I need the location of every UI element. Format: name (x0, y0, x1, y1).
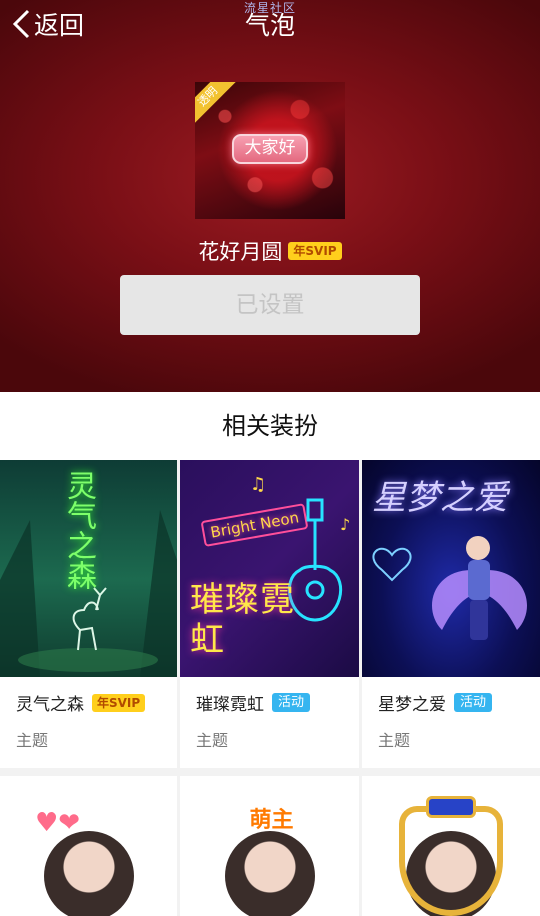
related-card-xingmeng[interactable]: 星梦之爱 星梦之爱 活动 主题 (362, 460, 540, 768)
item-name: 花好月圆 (198, 240, 283, 264)
theme-thumbnail: 星梦之爱 (362, 460, 540, 677)
theme-art-text: 灵气之森 (61, 470, 96, 590)
related-card-neon[interactable]: Bright Neon ♫ ♪ 璀璨霓虹 璀璨霓虹 活动 主题 (180, 460, 359, 768)
theme-thumbnail: 灵气之森 (0, 460, 177, 677)
activity-badge: 活动 (272, 693, 311, 712)
related-grid: 灵气之森 灵气之森 年SVIP 主题 Bright Neon ♫ ♪ 璀璨霓虹 … (0, 460, 540, 768)
top-bar: 返回 流星社区 气泡 (0, 0, 540, 50)
card-category: 主题 (378, 731, 411, 750)
theme-thumbnail: Bright Neon ♫ ♪ 璀璨霓虹 (180, 460, 359, 677)
card-category: 主题 (16, 731, 49, 750)
transparent-ribbon: 透明 (195, 82, 240, 129)
hero-section: 返回 流星社区 气泡 透明 大家好 花好月圆 年SVIP 已设置 (0, 0, 540, 392)
svip-badge: 年SVIP (288, 242, 342, 260)
crown-frame-icon (399, 806, 503, 916)
svg-text:♫: ♫ (250, 474, 266, 495)
section-title: 相关装扮 (0, 392, 540, 460)
already-set-button[interactable]: 已设置 (120, 275, 420, 335)
card-title-row: 灵气之森 年SVIP (16, 690, 146, 715)
card-title-row: 星梦之爱 活动 (378, 690, 493, 715)
angel-art (372, 536, 527, 640)
card-title-row: 璀璨霓虹 活动 (196, 690, 311, 715)
card-title: 星梦之爱 (378, 695, 446, 715)
related-section: 相关装扮 灵气之森 灵气之森 年SVIP 主题 Bright Neon ♫ ♪ … (0, 392, 540, 916)
svip-badge: 年SVIP (92, 693, 146, 712)
card-title: 璀璨霓虹 (196, 695, 264, 715)
bubble-preview-image: 透明 大家好 (195, 82, 345, 219)
item-name-row: 花好月圆 年SVIP (0, 236, 540, 266)
preview-bubble: 大家好 (232, 134, 308, 164)
related-grid-row2: ♥❤ 萌主 (0, 776, 540, 916)
crown-icon (426, 796, 476, 818)
related-card-lingqi[interactable]: 灵气之森 灵气之森 年SVIP 主题 (0, 460, 177, 768)
activity-badge: 活动 (454, 693, 493, 712)
mengzhu-badge-text: 萌主 (249, 808, 294, 833)
page-title: 气泡 (244, 11, 295, 40)
card-category: 主题 (196, 731, 229, 750)
theme-art-text: 璀璨霓虹 (190, 580, 295, 660)
card-title: 灵气之森 (16, 695, 84, 715)
avatar-frame-card[interactable] (362, 776, 540, 916)
hearts-icon: ♥❤ (35, 808, 81, 838)
svg-text:♪: ♪ (340, 515, 350, 534)
avatar-image (43, 831, 134, 916)
avatar-image (224, 831, 315, 916)
avatar-frame-card[interactable]: 萌主 (180, 776, 359, 916)
avatar-frame-card[interactable]: ♥❤ (0, 776, 177, 916)
